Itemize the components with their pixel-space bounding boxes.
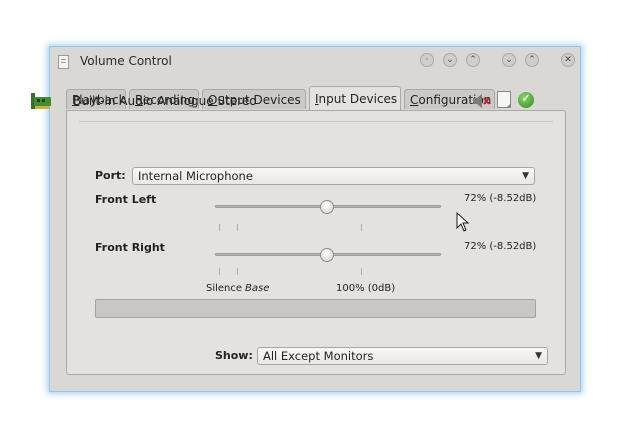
tick-base [237, 268, 238, 275]
front-right-value: 72% (-8.52dB) [464, 241, 537, 252]
port-select[interactable]: Internal Microphone ▼ [132, 167, 535, 185]
front-right-label: Front Right [95, 241, 165, 254]
scale-100-label: 100% (0dB) [336, 283, 396, 294]
minimize-button[interactable]: ⌄ [502, 53, 516, 67]
lock-icon[interactable] [497, 91, 511, 108]
dot-icon: · [425, 55, 429, 65]
device-frame [79, 121, 553, 322]
chevron-down-icon: ▼ [535, 351, 542, 361]
tick-base [237, 224, 238, 231]
double-chevron-down-icon: ⌄ [446, 55, 454, 65]
close-icon: ✕ [564, 55, 572, 65]
device-name: Built-in Audio Analogue Stereo [73, 94, 257, 108]
scale-silence-label: Silence [206, 283, 243, 294]
chevron-down-icon: ⌄ [505, 55, 513, 65]
show-label: Show: [215, 349, 253, 362]
front-left-label: Front Left [95, 193, 157, 206]
window-title: Volume Control [80, 54, 172, 68]
front-right-slider[interactable] [215, 248, 441, 262]
app-icon[interactable] [58, 55, 69, 69]
chevron-down-icon: ▼ [522, 171, 529, 181]
close-button[interactable]: ✕ [561, 53, 575, 67]
port-label: Port: [95, 169, 126, 182]
keep-below-button[interactable]: ⌄ [443, 53, 457, 67]
scale-base-label: Base [245, 283, 270, 294]
front-left-value: 72% (-8.52dB) [464, 193, 537, 204]
front-left-slider[interactable] [215, 200, 441, 214]
keep-above-button[interactable]: ⌃ [466, 53, 480, 67]
show-value: All Except Monitors [263, 349, 374, 363]
default-check-icon[interactable] [518, 91, 534, 108]
slider-handle[interactable] [320, 248, 335, 262]
tick-100 [361, 268, 362, 275]
port-value: Internal Microphone [138, 169, 253, 183]
peak-meter [95, 299, 536, 318]
slider-handle[interactable] [320, 200, 335, 214]
tick-100 [361, 224, 362, 231]
sound-card-icon [31, 93, 51, 109]
show-select[interactable]: All Except Monitors ▼ [257, 347, 548, 365]
double-chevron-up-icon: ⌃ [469, 55, 477, 65]
chevron-up-icon: ⌃ [528, 55, 536, 65]
window-menu-button[interactable]: · [420, 53, 434, 67]
title-bar[interactable]: Volume Control · ⌄ ⌃ ⌄ ⌃ ✕ [50, 47, 580, 77]
tab-input-devices[interactable]: Input Devices [309, 86, 401, 110]
mute-icon[interactable] [472, 93, 490, 109]
tick-silence [219, 268, 220, 275]
mouse-pointer-icon [456, 212, 470, 232]
maximize-button[interactable]: ⌃ [525, 53, 539, 67]
tick-silence [219, 224, 220, 231]
